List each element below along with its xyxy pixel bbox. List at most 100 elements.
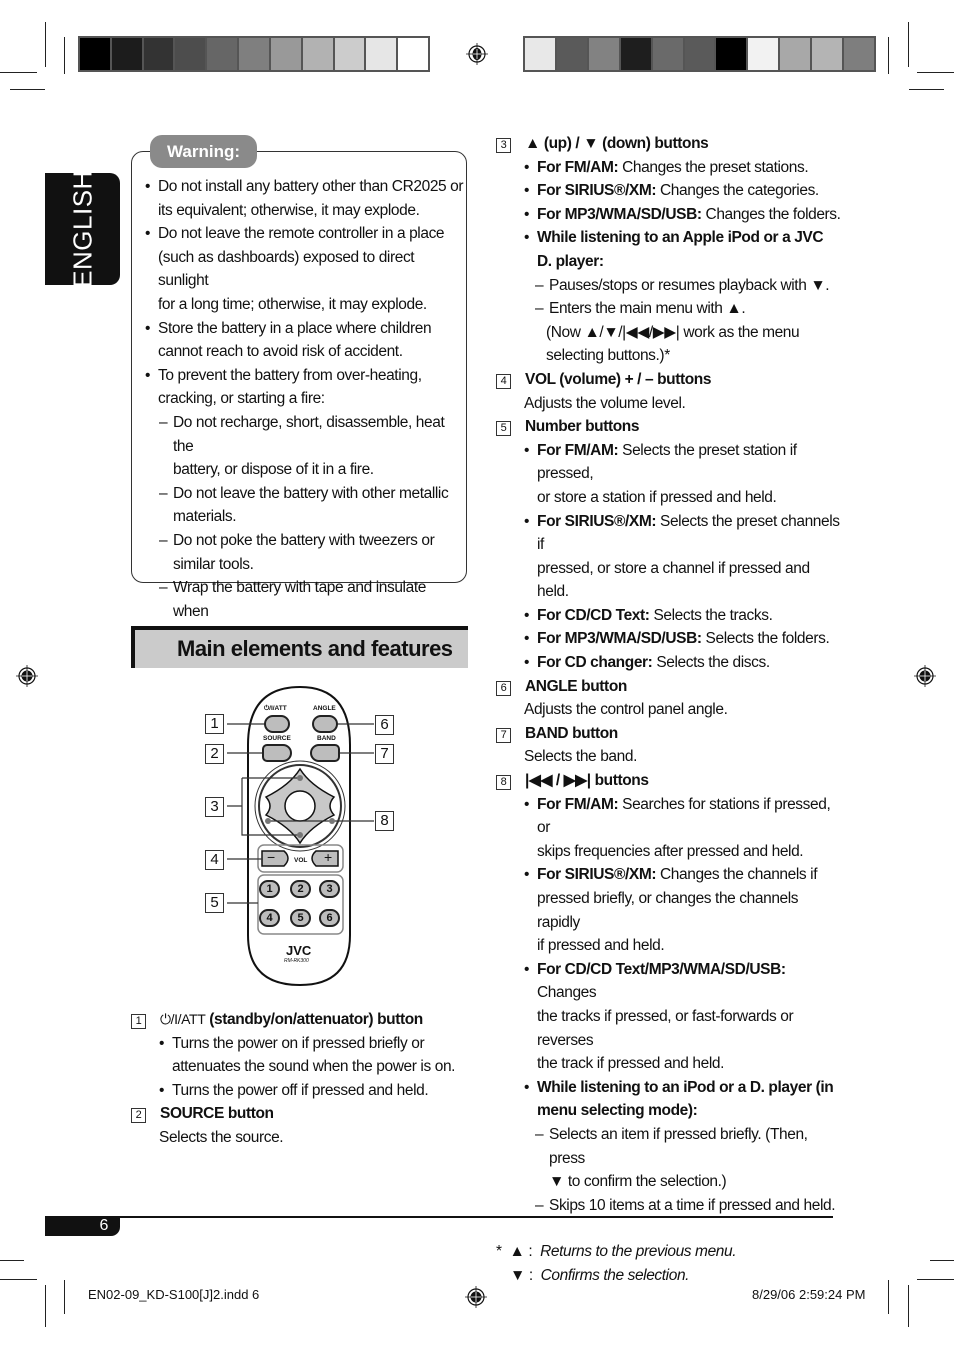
- text: •: [524, 205, 530, 223]
- text: Adjusts the volume level.: [524, 394, 686, 412]
- text: 7: [496, 727, 511, 743]
- text: For CD/CD Text/MP3/WMA/SD/USB:: [537, 960, 786, 978]
- text: (such as dashboards) exposed to direct s…: [158, 248, 415, 290]
- text: Turns the power on if pressed briefly or: [172, 1034, 425, 1052]
- text: its equivalent; otherwise, it may explod…: [158, 201, 420, 219]
- crop-mark: [0, 1260, 24, 1261]
- color-swatch: [334, 38, 365, 70]
- text: For SIRIUS®/XM:: [537, 512, 657, 530]
- text: For SIRIUS®/XM:: [537, 866, 657, 884]
- warning-item: • Do not install any battery other than C…: [145, 175, 465, 222]
- crop-mark: [0, 72, 37, 73]
- text: Do not poke the battery with tweezers or: [173, 531, 435, 549]
- crop-mark: [917, 1279, 954, 1280]
- section-title: Main elements and features: [177, 636, 453, 661]
- entry-5-heading: 5 Number buttons: [496, 415, 841, 439]
- crop-mark: [64, 37, 65, 74]
- text: •: [159, 1034, 165, 1052]
- language-tab: ENGLISH: [45, 170, 120, 288]
- number-button: 5: [290, 909, 311, 927]
- crop-mark: [45, 1285, 46, 1327]
- color-bar-right: [523, 36, 876, 72]
- text: 1: [131, 1014, 146, 1029]
- band-button: [310, 744, 340, 762]
- color-swatch: [175, 38, 206, 70]
- color-swatch: [398, 38, 428, 70]
- registration-mark-icon: [465, 1286, 487, 1308]
- crop-mark: [917, 72, 954, 73]
- text: (standby/on/attenuator) button: [209, 1011, 423, 1028]
- text: cracking, or starting a fire:: [158, 390, 325, 408]
- number-button: 3: [319, 880, 340, 898]
- text: For CD/CD Text:: [537, 606, 650, 624]
- warning-subitem: – Do not poke the battery with tweezers o…: [159, 529, 465, 576]
- language-tab-label: ENGLISH: [67, 170, 97, 288]
- text: Adjusts the control panel angle.: [524, 701, 728, 719]
- text: cannot reach to avoid risk of accident.: [158, 343, 403, 361]
- color-swatch: [812, 38, 843, 70]
- text: pressed briefly, or changes the channels…: [537, 890, 799, 931]
- text: ▲ (up) / ▼ (down) buttons: [525, 135, 709, 152]
- text: –: [535, 276, 544, 294]
- text: 6: [496, 680, 511, 696]
- text: For FM/AM:: [537, 441, 619, 459]
- text: selecting buttons.)*: [546, 347, 670, 365]
- entry-8-heading: 8 |◀◀ / ▶▶| buttons: [496, 769, 841, 793]
- text: Pauses/stops or resumes playback with ▼.: [549, 276, 830, 294]
- text: While listening to an Apple iPod or a JV…: [537, 229, 824, 247]
- text: ANGLE button: [525, 677, 627, 695]
- entry-1-heading: 1 ⏻/I/ATT (standby/on/attenuator) button: [131, 1008, 471, 1032]
- text: •: [524, 960, 530, 978]
- text: 8: [496, 775, 511, 791]
- text: –: [159, 413, 168, 431]
- text: the track if pressed and held.: [537, 1055, 725, 1073]
- crop-mark: [930, 1260, 954, 1261]
- text: –: [535, 1125, 544, 1143]
- minus-icon: −: [267, 849, 276, 865]
- entry-7-heading: 7 BAND button: [496, 722, 841, 746]
- crop-mark: [908, 22, 909, 67]
- crop-mark: [45, 22, 46, 67]
- text: Selects the tracks.: [649, 606, 773, 624]
- text: For CD changer:: [537, 654, 653, 672]
- text: 2: [131, 1108, 146, 1124]
- text: •: [145, 178, 151, 195]
- color-swatch: [525, 38, 555, 70]
- entry-2-heading: 2 SOURCE button: [131, 1102, 471, 1126]
- text: Changes the categories.: [656, 182, 819, 200]
- warning-item: • Store the battery in a place where chil…: [145, 317, 465, 364]
- color-swatch: [652, 38, 683, 70]
- color-swatch: [780, 38, 811, 70]
- text: •: [145, 366, 151, 384]
- angle-label: ANGLE: [313, 705, 336, 712]
- text: *: [496, 1243, 502, 1261]
- text: materials.: [173, 508, 237, 526]
- remote-illustration: ⏻/I/ATT ANGLE SOURCE BAND VOL − + 1 2 3 …: [200, 685, 410, 990]
- text: D. player:: [537, 252, 604, 270]
- callout-6: 6: [375, 715, 394, 735]
- color-swatch: [844, 38, 874, 70]
- text: •: [524, 606, 530, 624]
- text: Turns the power off if pressed and held.: [172, 1081, 429, 1099]
- text: |◀◀ / ▶▶| buttons: [525, 772, 649, 790]
- power-symbol: ⏻/I/ATT: [160, 1011, 206, 1027]
- crop-mark: [10, 89, 45, 90]
- text: pressed, or store a channel if pressed a…: [537, 559, 810, 601]
- section-header: Main elements and features: [131, 626, 468, 668]
- text: Do not recharge, short, disassemble, hea…: [173, 413, 445, 455]
- color-swatch: [270, 38, 301, 70]
- text: –: [535, 300, 544, 318]
- text: Selects the folders.: [701, 630, 830, 648]
- number-button: 6: [319, 909, 340, 927]
- callout-7: 7: [375, 744, 394, 764]
- brand-logo: JVC: [286, 943, 312, 958]
- warning-subitem: – Do not recharge, short, disassemble, he…: [159, 411, 465, 482]
- text: :: [528, 1243, 533, 1261]
- text: •: [145, 319, 151, 337]
- text: Confirms the selection.: [540, 1266, 690, 1284]
- text: for a long time; otherwise, it may explo…: [158, 295, 427, 313]
- text: BAND button: [525, 724, 618, 742]
- crop-mark: [909, 89, 944, 90]
- text: attenuates the sound when the power is o…: [172, 1058, 456, 1076]
- text: Store the battery in a place where child…: [158, 319, 432, 337]
